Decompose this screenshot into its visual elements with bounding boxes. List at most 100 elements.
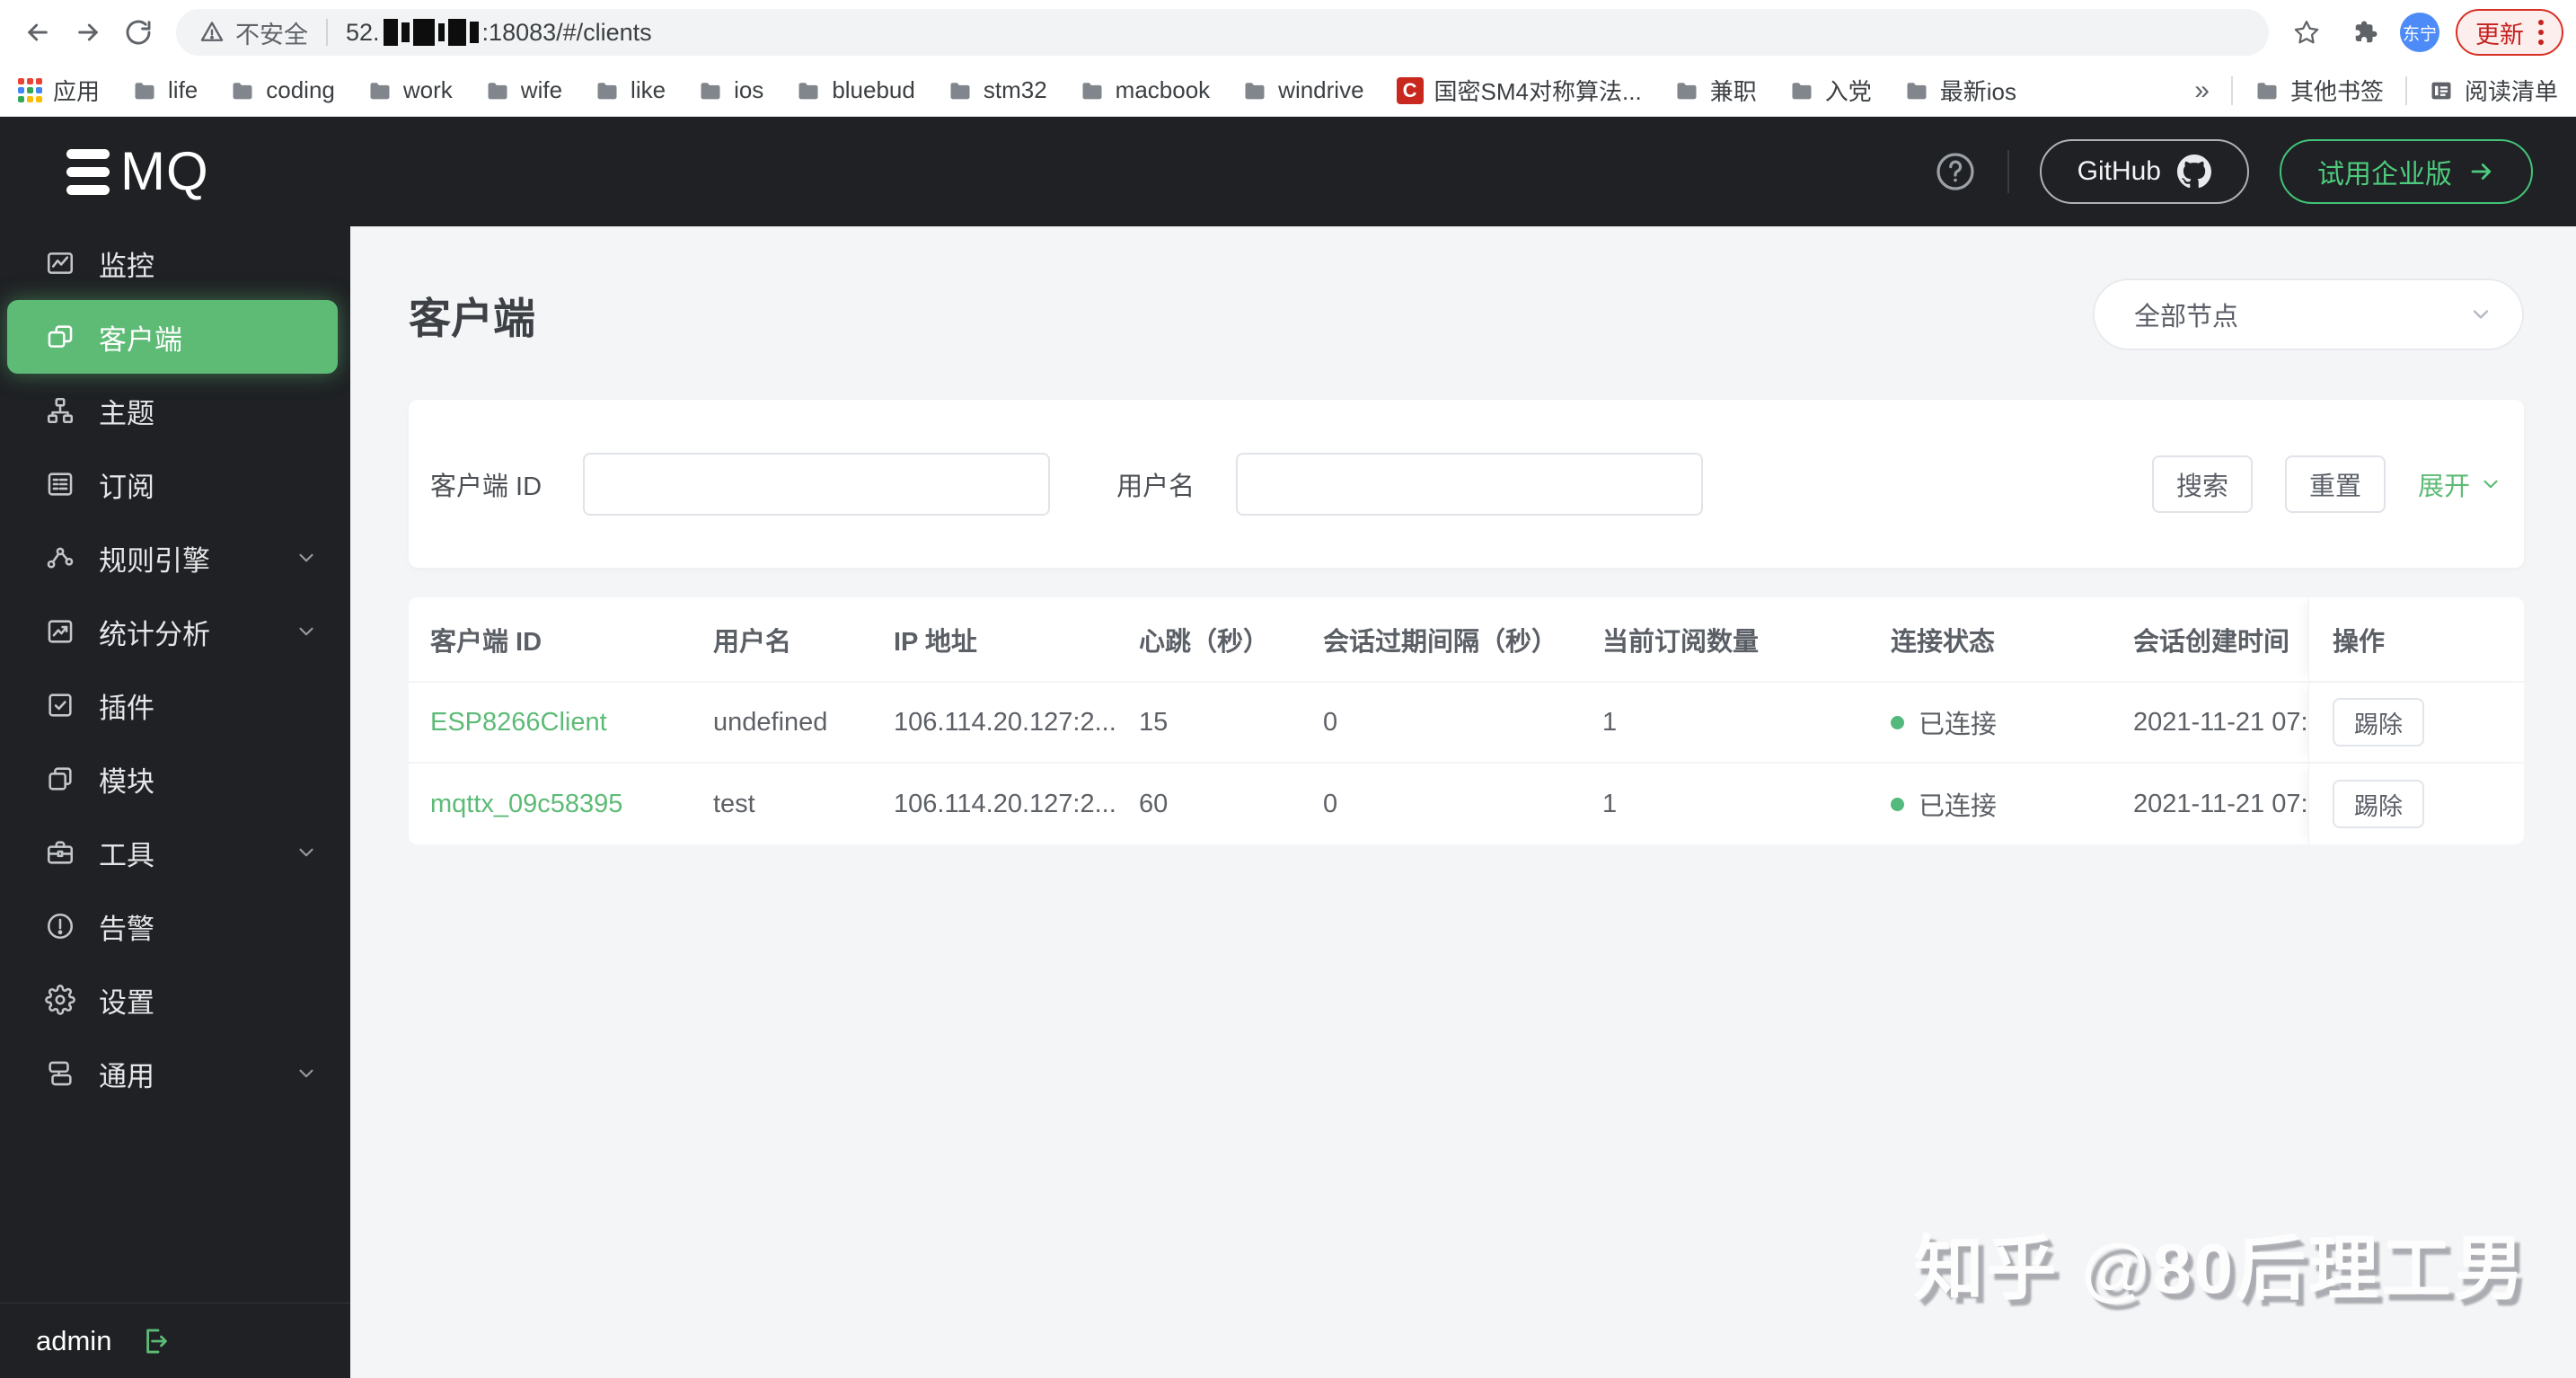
client-id-label: 客户端 ID: [430, 472, 543, 501]
help-icon[interactable]: [1934, 150, 1977, 193]
current-user: admin: [36, 1324, 112, 1356]
bookmarks-bar: 应用 life coding work wife like ios bluebu…: [0, 65, 2576, 117]
extensions-icon[interactable]: [2341, 7, 2391, 57]
sidebar-item-tools[interactable]: 工具: [0, 816, 350, 889]
sidebar: 监控 客户端 主题 订阅 规则引擎 统计分析 插件 模块 工具 告警 设置 通用…: [0, 226, 350, 1378]
topics-icon: [47, 397, 74, 424]
bookmark-folder[interactable]: ios: [698, 76, 763, 104]
bookmark-folder[interactable]: 兼职: [1674, 74, 1757, 107]
chevron-down-icon: [2483, 480, 2498, 488]
search-panel: 客户端 ID 用户名 搜索 重置 展开: [409, 400, 2524, 568]
client-id-link[interactable]: mqttx_09c58395: [430, 790, 622, 819]
node-select[interactable]: 全部节点: [2093, 278, 2524, 350]
url-bar[interactable]: 不安全 52. :18083/#/clients: [176, 9, 2269, 56]
chevron-down-icon: [299, 627, 313, 636]
bookmark-folder[interactable]: life: [132, 76, 198, 104]
folder-icon: [798, 82, 818, 99]
try-enterprise-button[interactable]: 试用企业版: [2280, 139, 2533, 204]
sidebar-item-rule-engine[interactable]: 规则引擎: [0, 521, 350, 595]
folder-icon: [233, 82, 252, 99]
main-content: 客户端 全部节点 客户端 ID 用户名 搜索 重置 展开 客户端 ID 用户名 …: [350, 226, 2576, 1378]
analytics-icon: [48, 620, 73, 643]
forward-icon[interactable]: [63, 7, 113, 57]
sidebar-item-plugins[interactable]: 插件: [0, 668, 350, 742]
emq-logo: MQ: [66, 145, 209, 199]
divider: [2007, 150, 2009, 193]
bookmark-folder[interactable]: 最新ios: [1904, 74, 2016, 107]
folder-icon: [701, 82, 720, 99]
browser-toolbar: 不安全 52. :18083/#/clients 东宁 更新: [0, 0, 2576, 65]
sidebar-item-clients[interactable]: 客户端: [7, 300, 338, 374]
connected-dot-icon: [1891, 715, 1904, 729]
clients-table: 客户端 ID 用户名 IP 地址 心跳（秒） 会话过期间隔（秒） 当前订阅数量 …: [409, 597, 2524, 844]
kick-button[interactable]: 踢除: [2333, 780, 2424, 828]
tools-icon: [47, 841, 74, 864]
chrome-update-button[interactable]: 更新: [2456, 9, 2563, 56]
modules-icon: [49, 767, 72, 791]
clients-icon: [48, 325, 73, 348]
plugins-icon: [49, 693, 72, 717]
menu-dots-icon: [2538, 20, 2544, 45]
apps-grid-icon: [18, 78, 42, 102]
reading-list[interactable]: 阅读清单: [2429, 74, 2558, 107]
monitor-icon: [47, 252, 74, 274]
folder-icon: [488, 82, 507, 99]
logout-icon[interactable]: [138, 1326, 169, 1356]
bookmark-folder[interactable]: macbook: [1080, 76, 1210, 104]
sidebar-item-subscriptions[interactable]: 订阅: [0, 447, 350, 521]
kick-button[interactable]: 踢除: [2333, 698, 2424, 746]
table-row: ESP8266Client undefined 106.114.20.127:2…: [409, 683, 2524, 764]
bookmark-folder[interactable]: coding: [230, 76, 335, 104]
bookmark-folder[interactable]: wife: [485, 76, 562, 104]
watermark: 知乎 @80后理工男: [1913, 1229, 2527, 1308]
page-title: 客户端: [409, 294, 535, 342]
bookmark-folder[interactable]: windrive: [1242, 76, 1364, 104]
table-row: mqttx_09c58395 test 106.114.20.127:2... …: [409, 764, 2524, 844]
sidebar-item-monitoring[interactable]: 监控: [0, 226, 350, 300]
divider: [2230, 75, 2233, 105]
bookmark-star-icon[interactable]: [2281, 7, 2332, 57]
sidebar-item-analytics[interactable]: 统计分析: [0, 595, 350, 668]
sidebar-item-alarms[interactable]: 告警: [0, 889, 350, 963]
gear-icon: [45, 985, 75, 1015]
toolbar-right: 东宁 更新: [2281, 7, 2563, 57]
bookmark-folder[interactable]: stm32: [948, 76, 1047, 104]
divider: [2404, 75, 2407, 105]
c-favicon: C: [1396, 76, 1424, 104]
expand-link[interactable]: 展开: [2418, 465, 2502, 503]
username-input[interactable]: [1236, 452, 1704, 516]
bookmarks-overflow-chevron[interactable]: »: [2194, 75, 2210, 106]
folder-icon: [597, 82, 617, 99]
bookmark-folder[interactable]: bluebud: [796, 76, 915, 104]
reload-icon[interactable]: [113, 7, 163, 57]
folder-icon: [1082, 82, 1102, 99]
github-icon: [2177, 155, 2211, 189]
sidebar-item-topics[interactable]: 主题: [0, 374, 350, 447]
not-secure-icon: [199, 20, 225, 45]
sidebar-item-settings[interactable]: 设置: [0, 963, 350, 1037]
other-bookmarks[interactable]: 其他书签: [2254, 74, 2384, 107]
bookmark-folder[interactable]: work: [367, 76, 453, 104]
general-icon: [49, 1061, 72, 1086]
reset-button[interactable]: 重置: [2284, 455, 2386, 513]
bookmark-site-sm4[interactable]: C 国密SM4对称算法...: [1396, 74, 1642, 107]
avatar[interactable]: 东宁: [2400, 13, 2439, 52]
bookmark-folder[interactable]: 入党: [1789, 74, 1872, 107]
folder-icon: [135, 82, 154, 99]
client-id-input[interactable]: [583, 452, 1051, 516]
bookmark-folder[interactable]: like: [595, 76, 666, 104]
alarm-icon: [47, 913, 74, 940]
sidebar-item-modules[interactable]: 模块: [0, 742, 350, 816]
back-icon[interactable]: [13, 7, 63, 57]
redacted-ip: [383, 19, 479, 46]
sidebar-footer: admin: [0, 1303, 350, 1378]
bookmark-apps[interactable]: 应用: [18, 74, 100, 107]
github-button[interactable]: GitHub: [2039, 139, 2249, 204]
folder-icon: [1792, 82, 1812, 99]
chevron-down-icon: [299, 1069, 313, 1078]
chevron-down-icon: [2473, 310, 2489, 319]
emqx-dashboard: MQ GitHub 试用企业版 监控 客户端 主题 订阅 规则引擎 统计分析 插…: [0, 117, 2576, 1378]
client-id-link[interactable]: ESP8266Client: [430, 708, 607, 738]
sidebar-item-general[interactable]: 通用: [0, 1037, 350, 1110]
search-button[interactable]: 搜索: [2151, 455, 2253, 513]
